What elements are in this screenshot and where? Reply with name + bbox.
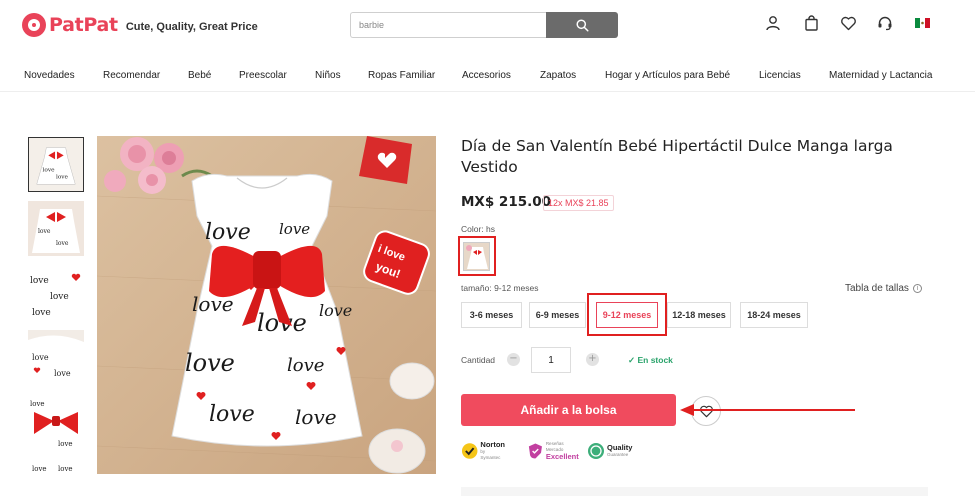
reviews-badge: Reseñas Mercado Excellent (527, 440, 580, 462)
user-icon[interactable] (764, 14, 782, 32)
size-chart-link[interactable]: Tabla de tallas i (845, 283, 922, 294)
installment-badge: 12x MX$ 21.85 (543, 195, 614, 211)
product-title: Día de San Valentín Bebé Hipertáctil Dul… (461, 137, 893, 176)
reviews-shield-icon (528, 443, 542, 459)
search-icon (575, 18, 589, 32)
quality-label: Quality (607, 443, 633, 452)
color-swatch-hs[interactable] (463, 242, 490, 271)
nav-item-preescolar[interactable]: Preescolar (239, 70, 287, 81)
quantity-decrease-button[interactable]: − (507, 353, 520, 366)
svg-text:love: love (54, 369, 71, 378)
search-bar (350, 12, 618, 38)
quality-badge: Quality Guarantee (587, 440, 632, 462)
nav-item-maternidad[interactable]: Maternidad y Lactancia (829, 70, 932, 81)
size-option-3-6[interactable]: 3-6 meses (461, 302, 522, 328)
brand-tagline: Cute, Quality, Great Price (125, 20, 258, 33)
dress-thumbnail-image: lovelove (29, 138, 83, 191)
print-love-8: love (209, 402, 255, 427)
baby-dress-photo: love love love love love love love love … (97, 136, 436, 474)
shopping-bag-icon[interactable] (802, 14, 820, 32)
search-button[interactable] (546, 12, 618, 38)
print-love-9: love (295, 405, 337, 429)
dress-detail-image: lovelovelove (28, 265, 84, 320)
stock-status: ✓ En stock (628, 355, 673, 366)
thumbnail-4[interactable]: love love (28, 330, 84, 385)
size-option-18-24[interactable]: 18-24 meses (740, 302, 808, 328)
add-to-bag-button[interactable]: Añadir a la bolsa (461, 394, 676, 426)
size-annotation-box (587, 293, 667, 336)
nav-item-zapatos[interactable]: Zapatos (540, 70, 576, 81)
nav-item-hogar[interactable]: Hogar y Artículos para Bebé (605, 70, 730, 81)
print-love-5: love (319, 301, 352, 320)
headset-icon[interactable] (876, 14, 894, 32)
nav-item-recomendar[interactable]: Recomendar (103, 70, 160, 81)
print-love-1: love (205, 220, 251, 245)
dress-flatlay-image: love love (28, 201, 84, 256)
nav-item-ninos[interactable]: Niños (315, 70, 341, 81)
size-chart-label: Tabla de tallas (845, 283, 909, 294)
site-header: PatPat Cute, Quality, Great Price (0, 0, 975, 55)
svg-text:love: love (56, 174, 69, 180)
main-product-image[interactable]: love love love love love love love love … (97, 136, 436, 474)
nav-item-ropas-familiar[interactable]: Ropas Familiar (368, 70, 435, 81)
svg-text:love: love (38, 228, 51, 235)
quality-seal-icon (588, 443, 604, 459)
svg-text:love: love (30, 400, 45, 408)
quantity-increase-button[interactable]: + (586, 353, 599, 366)
svg-text:love: love (43, 168, 56, 174)
thumbnail-6[interactable]: love love (28, 459, 84, 474)
nav-item-accesorios[interactable]: Accesorios (462, 70, 511, 81)
size-label: tamaño: 9-12 meses (461, 283, 539, 293)
swatch-dress-image (464, 243, 489, 270)
thumbnail-1[interactable]: love love (28, 137, 84, 192)
quantity-label: Cantidad (461, 355, 496, 365)
svg-text:love: love (58, 440, 73, 448)
annotation-arrow (680, 404, 855, 416)
section-divider (461, 487, 928, 496)
svg-text:love: love (50, 292, 69, 302)
heart-card-decoration (359, 136, 412, 184)
nav-item-licencias[interactable]: Licencias (759, 70, 801, 81)
print-love-7: love (287, 355, 324, 376)
product-price: MX$ 215.00 (461, 194, 552, 210)
category-nav: Novedades Recomendar Bebé Preescolar Niñ… (0, 62, 975, 92)
dress-bow-image: love love (28, 394, 84, 449)
info-icon: i (912, 284, 922, 293)
patpat-logo[interactable]: PatPat Cute, Quality, Great Price (22, 13, 258, 37)
thumbnail-5[interactable]: love love (28, 394, 84, 449)
nav-item-bebe[interactable]: Bebé (188, 70, 211, 81)
norton-badge: Norton by Symantec (461, 440, 506, 462)
dress-sleeve-image: love love (28, 330, 84, 385)
brand-name: PatPat (49, 14, 118, 36)
svg-text:love: love (58, 465, 73, 473)
size-option-12-18[interactable]: 12-18 meses (667, 302, 731, 328)
stock-status-text: En stock (637, 355, 673, 365)
search-input[interactable] (350, 12, 546, 38)
svg-text:love: love (30, 276, 49, 286)
patpat-logo-mark (22, 13, 46, 37)
color-label: Color: hs (461, 224, 496, 234)
norton-label: Norton (480, 440, 505, 449)
mexico-flag-icon[interactable] (913, 14, 931, 32)
norton-sub: by Symantec (480, 449, 501, 460)
quality-sub: Guarantee (607, 452, 629, 457)
quantity-input[interactable] (531, 347, 571, 373)
svg-text:love: love (32, 465, 47, 473)
dress-back-image: love love (28, 459, 84, 474)
print-love-6: love (185, 349, 235, 377)
print-love-2: love (279, 220, 310, 238)
svg-text:love: love (32, 308, 51, 318)
norton-check-icon (461, 443, 478, 459)
nav-item-novedades[interactable]: Novedades (24, 70, 75, 81)
svg-text:love: love (32, 353, 49, 362)
reviews-label: Excellent (545, 452, 579, 461)
thumbnail-2[interactable]: love love (28, 201, 84, 256)
thumbnail-3[interactable]: love love love (28, 265, 84, 320)
heart-icon[interactable] (839, 14, 857, 32)
svg-text:love: love (56, 240, 69, 247)
size-option-6-9[interactable]: 6-9 meses (529, 302, 586, 328)
